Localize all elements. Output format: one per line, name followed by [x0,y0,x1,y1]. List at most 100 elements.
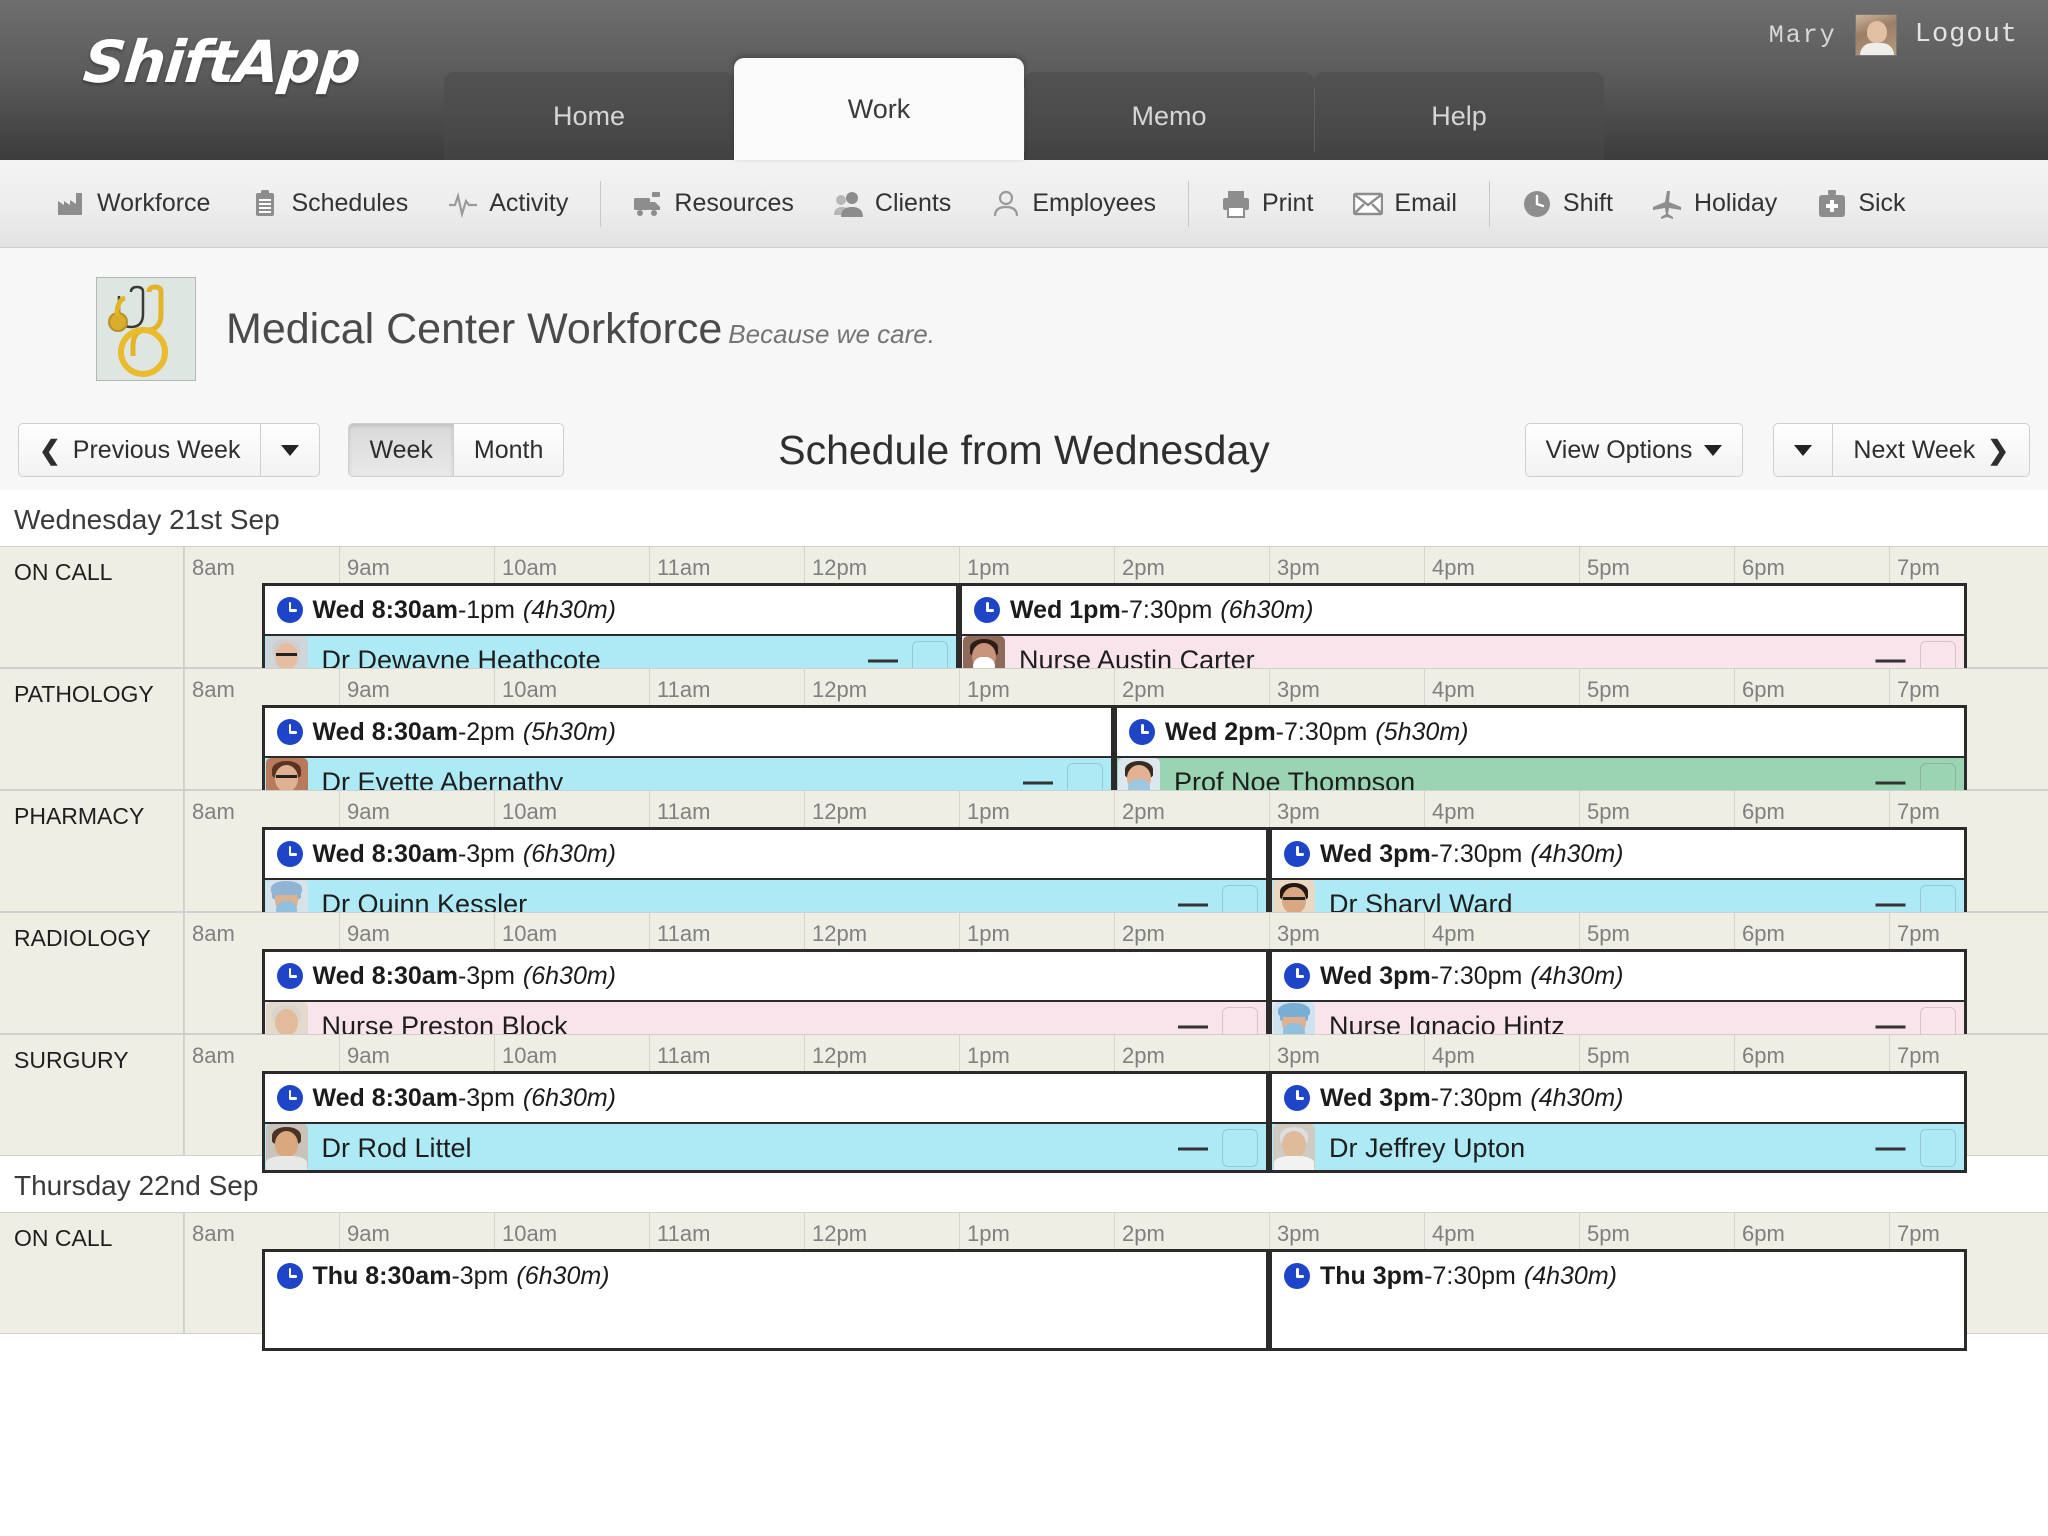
shift-duration: (6h30m) [522,961,616,990]
time-label: 9am [347,555,390,580]
stethoscope-icon [97,278,195,380]
toolbar-item-email[interactable]: Email [1333,178,1477,230]
avatar[interactable] [1854,14,1897,56]
previous-week-group: ❮ Previous Week [18,423,321,477]
clock-icon [276,1263,303,1289]
toolbar-item-holiday[interactable]: Holiday [1633,178,1797,230]
shift-start-time: Wed 2pm [1165,717,1276,746]
time-grid: 8am 9am 10am 11am 12pm 1pm 2pm 3pm 4pm 5pm 6pm 7pm W… [184,547,2048,685]
user-outline-icon [994,190,1019,216]
tab-help[interactable]: Help [1314,72,1604,160]
time-label: 6pm [1742,921,1785,946]
shift-start-time: Wed 8:30am [312,839,458,868]
week-view-button[interactable]: Week [348,423,454,477]
shift-duration: (4h30m) [1530,961,1624,990]
factory-icon [58,192,82,215]
time-grid: 8am 9am 10am 11am 12pm 1pm 2pm 3pm 4pm 5pm 6pm 7pm T… [184,1213,2048,1351]
shift-block[interactable]: Wed 3pm -7:30pm (4h30m) Dr Jeffrey Upton — [1269,1071,1967,1173]
toolbar-item-workforce[interactable]: Workforce [36,178,230,230]
shift-block[interactable]: Thu 3pm -7:30pm (4h30m) [1269,1249,1967,1351]
toolbar-item-label: Workforce [97,189,211,217]
shift-time-header: Wed 8:30am -3pm (6h30m) [264,952,1266,1000]
remove-employee-button[interactable]: — [1862,1131,1920,1165]
empty-slot[interactable] [1222,1129,1258,1167]
time-label: 1pm [967,1221,1010,1246]
toolbar: Workforce Schedules Activity Resources Clien… [0,160,2048,248]
previous-week-dropdown[interactable] [261,423,321,477]
chevron-left-icon: ❮ [39,434,61,465]
time-label: 6pm [1742,1043,1785,1068]
shift-time-header: Wed 2pm -7:30pm (5h30m) [1117,708,1964,756]
time-label: 6pm [1742,1221,1785,1246]
time-label: 4pm [1432,677,1475,702]
shift-block[interactable]: Thu 8:30am -3pm (6h30m) [261,1249,1269,1351]
shift-duration: (5h30m) [522,717,616,746]
shift-start-time: Thu 3pm [1320,1261,1425,1290]
toolbar-item-shift[interactable]: Shift [1502,178,1633,230]
shift-time-header: Wed 3pm -7:30pm (4h30m) [1272,1074,1964,1122]
printer-icon [1222,190,1249,218]
user-area: Mary Logout [1769,14,2018,56]
view-options-button[interactable]: View Options [1524,423,1744,477]
time-label: 9am [347,677,390,702]
time-label: 3pm [1277,677,1320,702]
shift-end-time: -7:30pm [1120,595,1213,624]
shift-duration: (4h30m) [522,595,616,624]
view-mode-group: Week Month [348,423,565,477]
tab-home[interactable]: Home [444,72,734,160]
envelope-icon [1353,192,1384,215]
time-label: 11am [657,1221,711,1246]
time-label: 12pm [812,555,868,580]
plane-icon [1652,190,1681,219]
org-header: Medical Center Workforce Because we care… [0,248,2048,410]
shift-duration: (5h30m) [1375,717,1469,746]
previous-week-button[interactable]: ❮ Previous Week [18,423,262,477]
shift-time-header: Wed 8:30am -2pm (5h30m) [264,708,1111,756]
tab-work[interactable]: Work [734,58,1024,160]
time-label: 2pm [1122,799,1165,824]
day-label: Wednesday 21st Sep [14,504,280,535]
time-label: 5pm [1587,1221,1630,1246]
shift-employee-row[interactable]: Dr Jeffrey Upton — [1272,1122,1964,1170]
clock-icon [276,1085,303,1111]
previous-week-label: Previous Week [72,435,241,464]
toolbar-item-employees[interactable]: Employees [971,178,1176,230]
month-view-button[interactable]: Month [453,423,565,477]
time-label: 7pm [1897,555,1940,580]
next-week-dropdown[interactable] [1773,423,1834,477]
shift-employee-row[interactable]: Dr Rod Littel — [264,1122,1266,1170]
time-label: 7pm [1897,1043,1940,1068]
toolbar-item-label: Holiday [1693,189,1778,217]
shift-start-time: Wed 8:30am [312,717,458,746]
shift-end-time: -7:30pm [1424,1261,1516,1290]
toolbar-item-schedules[interactable]: Schedules [230,178,428,230]
shift-end-time: -2pm [457,717,515,746]
toolbar-item-sick[interactable]: Sick [1797,178,1925,230]
time-label: 4pm [1432,921,1475,946]
toolbar-item-print[interactable]: Print [1201,178,1333,230]
department-row: ON CALL 8am 9am 10am 11am 12pm 1pm 2pm 3pm 4pm 5pm… [0,546,2048,685]
toolbar-item-label: Sick [1858,189,1906,217]
department-name: PHARMACY [0,791,184,911]
time-label: 4pm [1432,555,1475,580]
department-row: PATHOLOGY 8am 9am 10am 11am 12pm 1pm 2pm 3pm 4pm 5… [0,668,2048,807]
toolbar-separator [1187,180,1189,227]
page-title: Medical Center Workforce [226,304,723,353]
shift-start-time: Wed 1pm [1010,595,1121,624]
toolbar-item-activity[interactable]: Activity [428,178,588,230]
toolbar-item-clients[interactable]: Clients [814,178,971,230]
department-name: RADIOLOGY [0,913,184,1033]
empty-slot[interactable] [1919,1129,1956,1167]
next-week-label: Next Week [1853,435,1976,464]
time-label: 12pm [812,677,868,702]
next-week-button[interactable]: Next Week ❯ [1833,423,2030,477]
time-label: 5pm [1587,1043,1630,1068]
toolbar-item-resources[interactable]: Resources [613,178,814,230]
remove-employee-button[interactable]: — [1164,1131,1222,1165]
tab-memo[interactable]: Memo [1024,72,1314,160]
shift-block[interactable]: Wed 8:30am -3pm (6h30m) Dr Rod Littel — [261,1071,1269,1173]
time-label: 6pm [1742,799,1785,824]
time-label: 8am [192,1043,235,1068]
logout-button[interactable]: Logout [1915,20,2018,50]
shift-duration: (4h30m) [1530,1083,1624,1112]
